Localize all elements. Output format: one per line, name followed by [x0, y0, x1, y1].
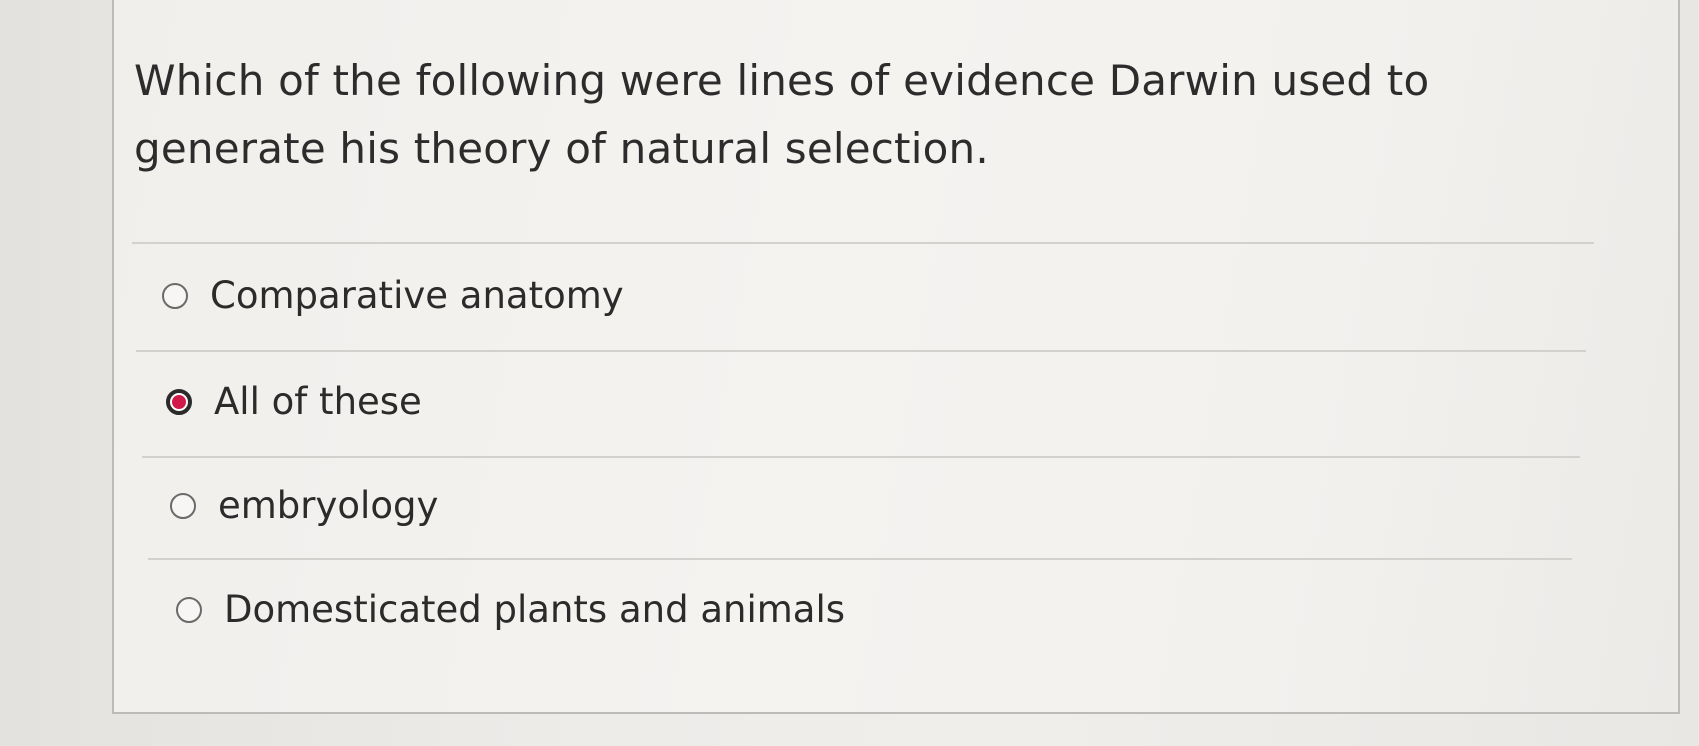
answer-label: embryology [218, 484, 439, 527]
question-card: Which of the following were lines of evi… [112, 0, 1680, 714]
answer-option-all-of-these[interactable]: All of these [166, 380, 422, 424]
divider [148, 558, 1572, 560]
answer-option-domesticated[interactable]: Domesticated plants and animals [176, 588, 845, 632]
divider [136, 350, 1586, 352]
radio-button-unchecked[interactable] [162, 283, 188, 309]
radio-button-checked[interactable] [166, 389, 192, 415]
radio-button-unchecked[interactable] [170, 493, 196, 519]
radio-selected-dot [172, 395, 186, 409]
divider [142, 456, 1580, 458]
question-text: Which of the following were lines of evi… [134, 56, 1430, 173]
answer-label: Domesticated plants and animals [224, 588, 846, 631]
answer-option-comparative-anatomy[interactable]: Comparative anatomy [162, 274, 624, 318]
divider [132, 242, 1594, 244]
photo-frame: Which of the following were lines of evi… [0, 0, 1699, 746]
answer-label: All of these [214, 380, 422, 423]
answer-option-embryology[interactable]: embryology [170, 484, 438, 528]
answer-label: Comparative anatomy [210, 274, 624, 317]
radio-button-unchecked[interactable] [176, 597, 202, 623]
